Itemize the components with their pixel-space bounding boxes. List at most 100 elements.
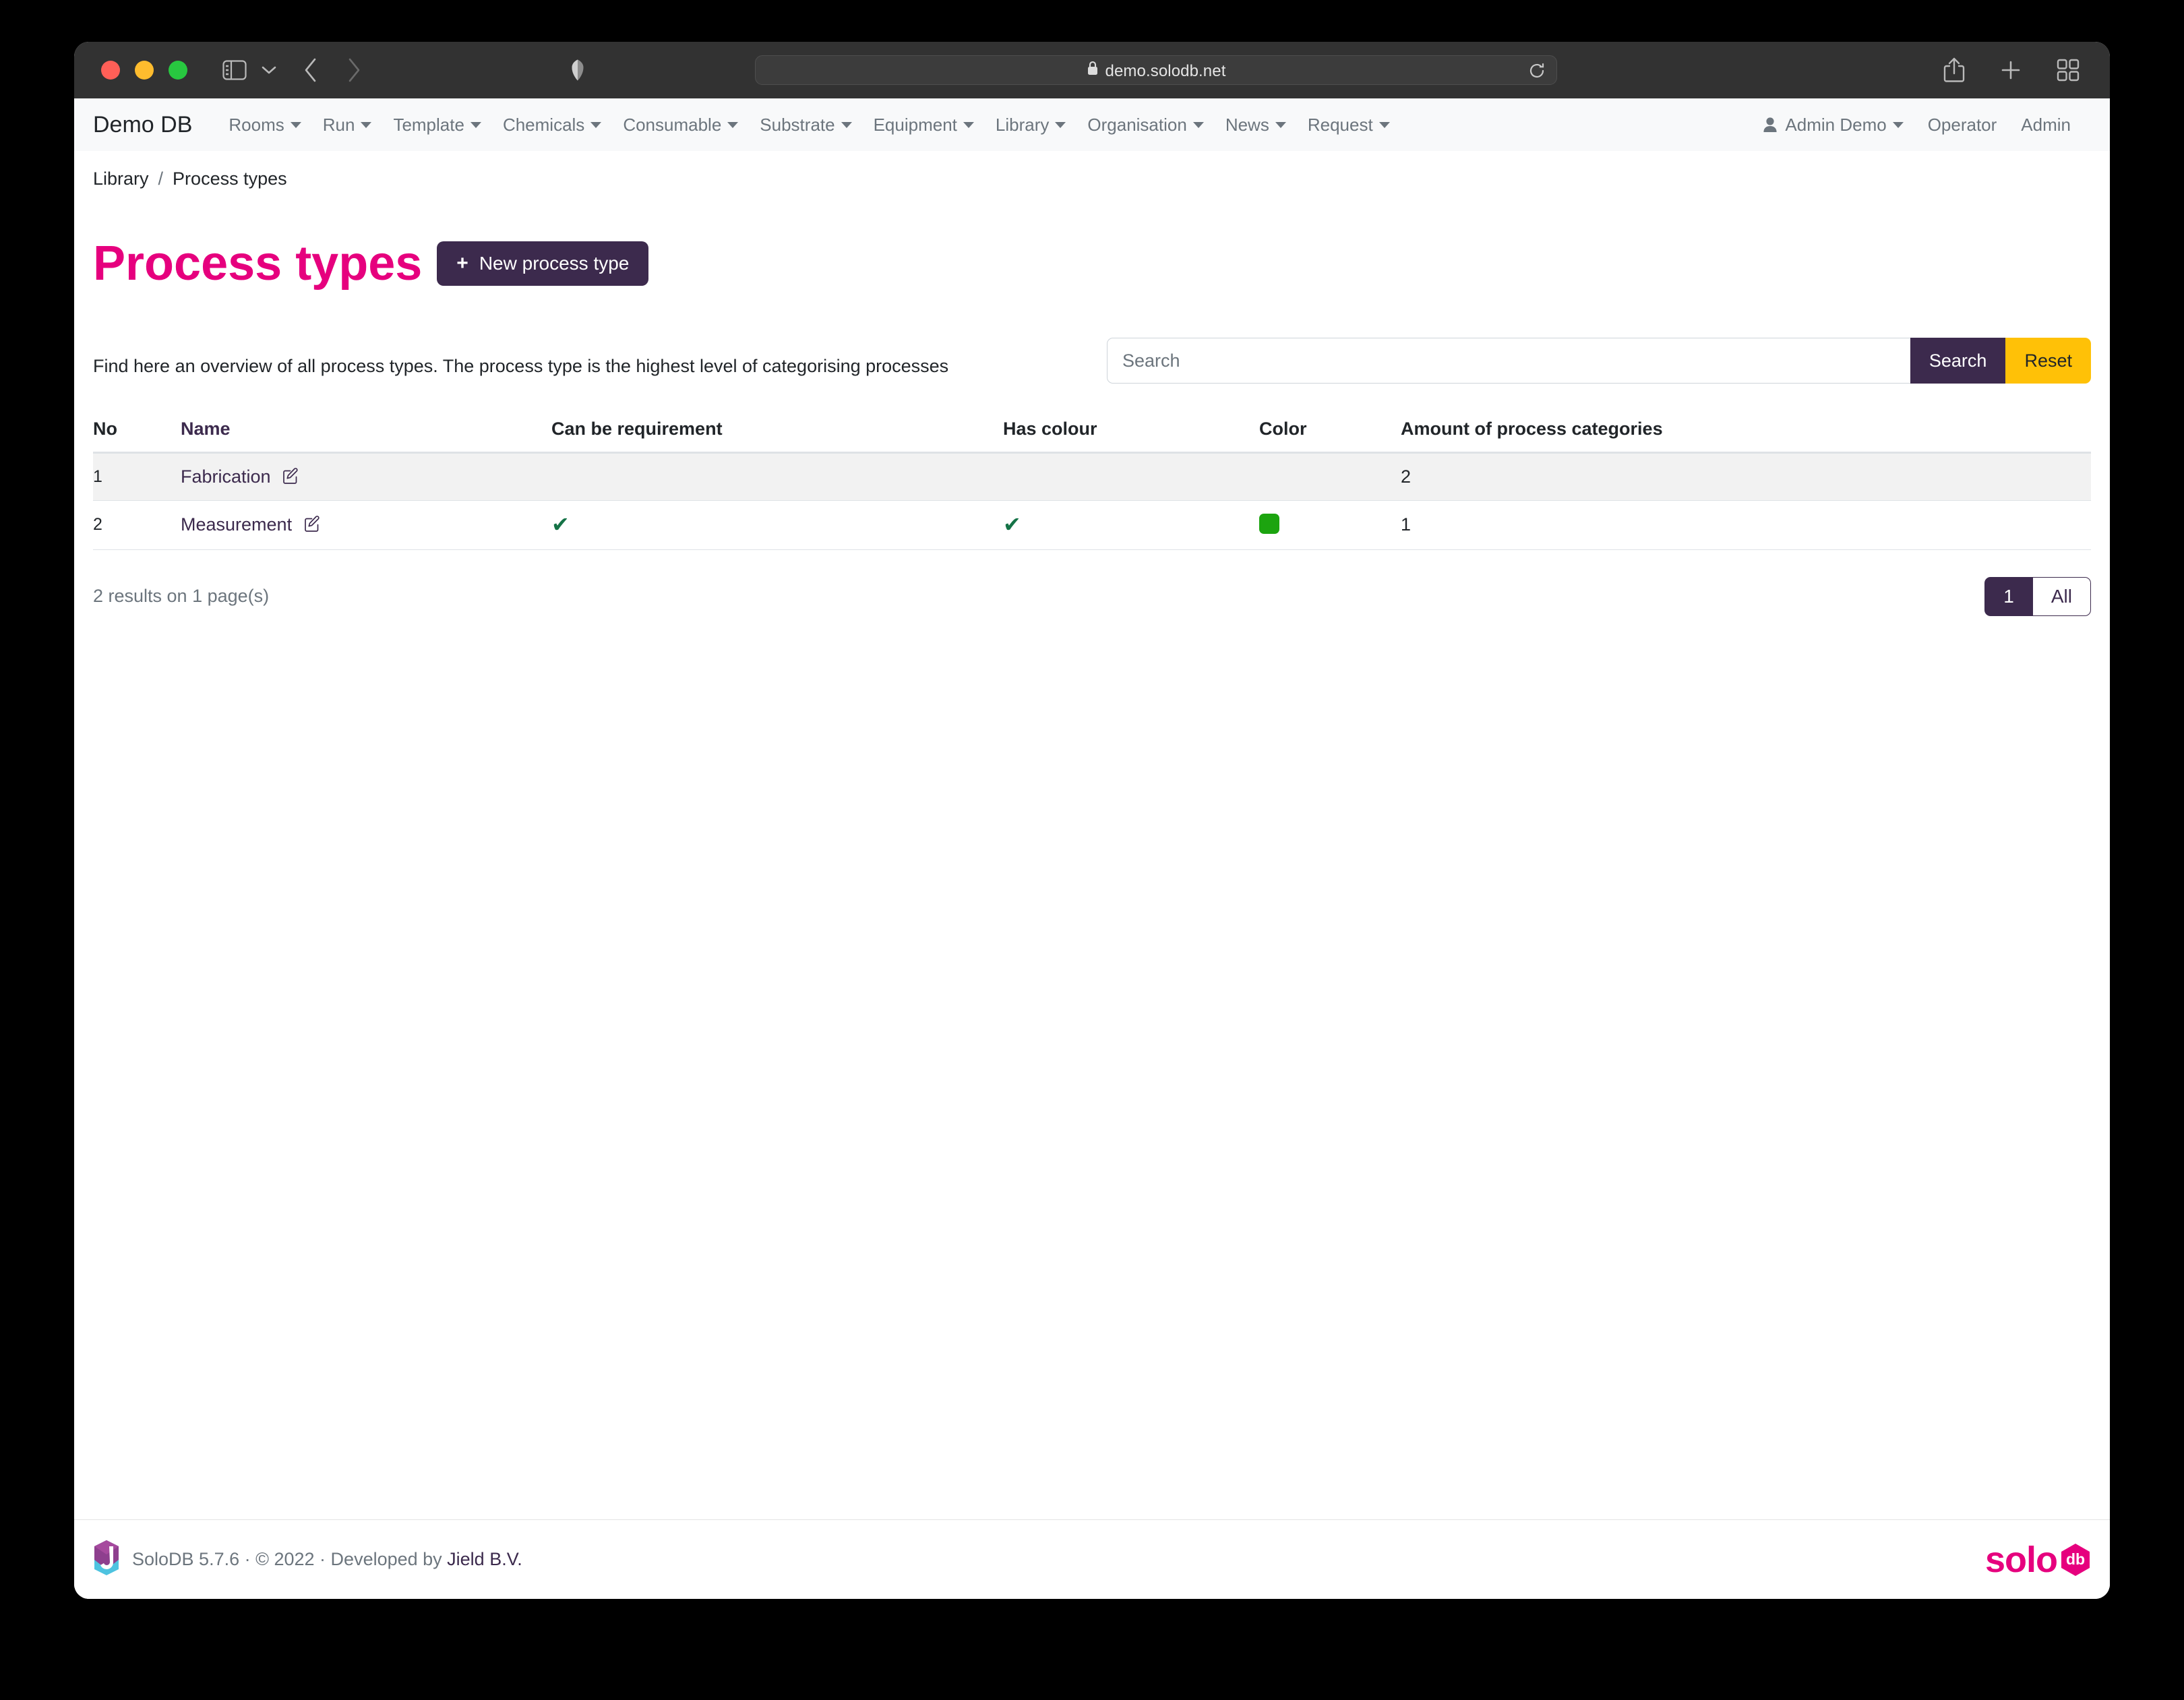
page-title: Process types	[93, 237, 423, 291]
maximize-window-button[interactable]	[169, 61, 187, 80]
solodb-logo: solo db	[1985, 1542, 2091, 1578]
nav-item-user-account[interactable]: Admin Demo	[1751, 115, 1915, 135]
nav-item-equipment[interactable]: Equipment	[863, 115, 985, 135]
jield-j-logo-icon	[93, 1540, 120, 1579]
search-form: Search Reset	[1107, 338, 2091, 384]
chevron-down-icon	[727, 121, 739, 128]
nav-item-operator[interactable]: Operator	[1916, 115, 2009, 135]
nav-item-run[interactable]: Run	[312, 115, 383, 135]
edit-icon[interactable]	[304, 515, 322, 533]
address-bar[interactable]: demo.solodb.net	[755, 55, 1557, 85]
chevron-down-icon	[590, 121, 602, 128]
chevron-down-icon[interactable]	[257, 65, 280, 75]
table-row[interactable]: 1 Fabrication 2	[93, 452, 2091, 501]
sidebar-toggle-icon[interactable]	[222, 60, 247, 80]
reset-button[interactable]: Reset	[2005, 338, 2091, 384]
footer-text: SoloDB 5.7.6 · © 2022 · Developed by Jie…	[132, 1549, 522, 1570]
web-page: Demo DB Rooms Run Template Chemicals Con…	[74, 98, 2110, 1599]
cell-no: 2	[93, 500, 181, 550]
column-header-amount-of-process-categories: Amount of process categories	[1401, 418, 2091, 454]
plus-icon: +	[456, 252, 468, 275]
nav-item-request[interactable]: Request	[1297, 115, 1401, 135]
chevron-down-icon	[361, 121, 372, 128]
edit-icon[interactable]	[282, 467, 300, 485]
nav-label: Organisation	[1087, 114, 1187, 135]
column-header-has-colour: Has colour	[1003, 418, 1259, 454]
tab-overview-icon[interactable]	[2056, 58, 2080, 82]
cell-name: Fabrication	[181, 452, 551, 501]
lock-icon	[1087, 60, 1099, 76]
nav-item-substrate[interactable]: Substrate	[749, 115, 862, 135]
table-header-row: No Name Can be requirement Has colour Co…	[93, 418, 2091, 454]
nav-item-news[interactable]: News	[1215, 115, 1297, 135]
pagination-page-1[interactable]: 1	[1984, 576, 2033, 616]
nav-item-chemicals[interactable]: Chemicals	[492, 115, 612, 135]
chevron-down-icon	[1192, 121, 1204, 128]
window-controls	[101, 61, 187, 80]
cell-can-be-requirement	[551, 452, 1003, 501]
solodb-logo-text: solo	[1984, 1539, 2058, 1580]
nav-item-consumable[interactable]: Consumable	[612, 115, 749, 135]
solodb-db-badge-text: db	[2065, 1550, 2086, 1568]
footer-developer-link[interactable]: Jield B.V.	[447, 1549, 522, 1569]
nav-item-organisation[interactable]: Organisation	[1076, 115, 1214, 135]
main-menu: Rooms Run Template Chemicals Consumable …	[218, 115, 1400, 135]
share-icon[interactable]	[1943, 57, 1966, 84]
table-head: No Name Can be requirement Has colour Co…	[93, 418, 2091, 454]
column-header-name[interactable]: Name	[181, 418, 551, 454]
cell-color	[1259, 452, 1401, 501]
close-window-button[interactable]	[101, 61, 120, 80]
browser-back-button[interactable]	[303, 57, 318, 83]
pagination: 1 All	[1984, 576, 2091, 616]
nav-label: Consumable	[623, 114, 722, 135]
process-types-table-wrap: No Name Can be requirement Has colour Co…	[93, 418, 2091, 550]
search-button[interactable]: Search	[1910, 338, 2006, 384]
footer-left: SoloDB 5.7.6 · © 2022 · Developed by Jie…	[93, 1540, 522, 1579]
nav-item-rooms[interactable]: Rooms	[218, 115, 311, 135]
site-navbar: Demo DB Rooms Run Template Chemicals Con…	[74, 98, 2110, 151]
browser-window: demo.solodb.net Demo DB Rooms Run Templa…	[74, 42, 2110, 1599]
solodb-db-badge: db	[2060, 1543, 2091, 1577]
url-text-wrap: demo.solodb.net	[1087, 60, 1226, 81]
cell-has-colour: ✔	[1003, 500, 1259, 550]
checkmark-icon: ✔	[1003, 512, 1021, 537]
chevron-down-icon	[1892, 121, 1904, 128]
chevron-down-icon	[470, 121, 481, 128]
minimize-window-button[interactable]	[135, 61, 154, 80]
nav-label: Equipment	[873, 114, 957, 135]
chevron-down-icon	[963, 121, 974, 128]
chevron-down-icon	[1378, 121, 1390, 128]
nav-label: Operator	[1927, 114, 1997, 135]
nav-item-template[interactable]: Template	[382, 115, 492, 135]
process-type-link[interactable]: Fabrication	[181, 466, 271, 487]
nav-label: News	[1225, 114, 1269, 135]
nav-label: Substrate	[760, 114, 835, 135]
user-icon	[1763, 117, 1778, 133]
table-body: 1 Fabrication 2 2 Measurement ✔ ✔ 1	[93, 452, 2091, 550]
new-process-type-button[interactable]: + New process type	[437, 241, 649, 286]
cell-name: Measurement	[181, 500, 551, 550]
nav-item-library[interactable]: Library	[985, 115, 1076, 135]
process-type-link[interactable]: Measurement	[181, 514, 292, 535]
column-header-no: No	[93, 418, 181, 454]
column-header-can-be-requirement: Can be requirement	[551, 418, 1003, 454]
browser-forward-button[interactable]	[346, 57, 361, 83]
browser-toolbar: demo.solodb.net	[74, 42, 2110, 98]
nav-label: Library	[995, 114, 1050, 135]
cell-has-colour	[1003, 452, 1259, 501]
brand-logo[interactable]: Demo DB	[93, 112, 192, 138]
table-row[interactable]: 2 Measurement ✔ ✔ 1	[93, 500, 2091, 550]
pagination-all[interactable]: All	[2032, 576, 2091, 616]
checkmark-icon: ✔	[551, 512, 570, 537]
new-tab-icon[interactable]	[1999, 59, 2022, 82]
nav-item-admin[interactable]: Admin	[2009, 115, 2083, 135]
search-input[interactable]	[1107, 338, 1910, 384]
breadcrumb-link-library[interactable]: Library	[93, 169, 149, 189]
nav-label: Run	[322, 114, 355, 135]
footer-text-prefix: SoloDB 5.7.6 · © 2022 · Developed by	[132, 1549, 448, 1569]
reload-icon[interactable]	[1528, 62, 1546, 83]
privacy-shield-icon[interactable]	[570, 59, 585, 82]
process-types-table: No Name Can be requirement Has colour Co…	[93, 418, 2091, 550]
breadcrumb-separator: /	[158, 169, 164, 189]
new-process-type-label: New process type	[479, 253, 630, 274]
